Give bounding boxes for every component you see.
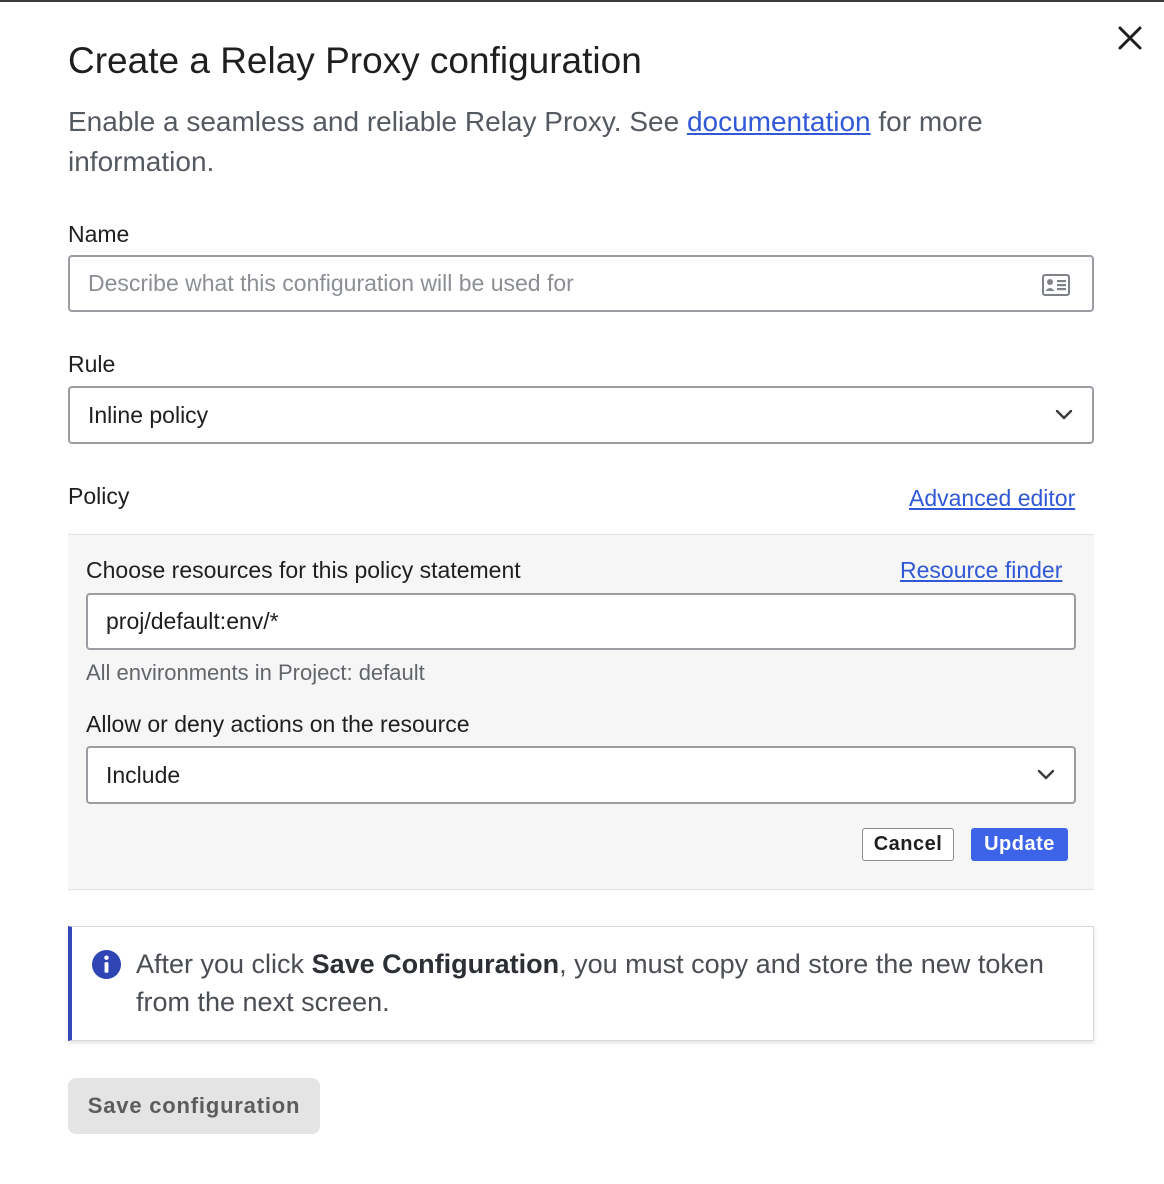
documentation-link[interactable]: documentation (687, 106, 871, 137)
resource-field[interactable] (86, 593, 1076, 650)
top-border (0, 0, 1164, 2)
rule-select[interactable]: Inline policy (68, 386, 1094, 444)
actions-label: Allow or deny actions on the resource (86, 711, 470, 737)
callout-text-emphasis: Save Configuration (311, 949, 560, 979)
actions-selected-value: Include (106, 761, 181, 788)
resource-hint-project: in Project: default (254, 660, 425, 685)
name-field[interactable] (68, 255, 1094, 312)
dialog-title: Create a Relay Proxy configuration (68, 40, 642, 81)
resource-input[interactable] (106, 608, 1074, 635)
subtitle-text: Enable a seamless and reliable Relay Pro… (68, 106, 687, 137)
resource-hint-environments: All environments (86, 660, 249, 685)
chevron-down-icon (1055, 409, 1073, 420)
resource-finder-link[interactable]: Resource finder (900, 557, 1062, 584)
save-configuration-button[interactable]: Save configuration (68, 1078, 320, 1134)
info-icon (91, 949, 122, 980)
dialog-subtitle: Enable a seamless and reliable Relay Pro… (68, 102, 1028, 182)
contact-card-icon (1042, 274, 1070, 296)
resources-label: Choose resources for this policy stateme… (86, 557, 521, 583)
update-button[interactable]: Update (971, 828, 1068, 861)
rule-selected-value: Inline policy (88, 401, 209, 428)
rule-label: Rule (68, 351, 116, 377)
callout-text-start: After you click (136, 949, 312, 979)
callout-text: After you click Save Configuration, you … (136, 945, 1056, 1021)
actions-select[interactable]: Include (86, 746, 1076, 804)
name-label: Name (68, 221, 130, 247)
cancel-button[interactable]: Cancel (862, 828, 954, 861)
policy-label: Policy (68, 483, 130, 509)
close-icon[interactable] (1114, 22, 1146, 54)
resource-hint: All environments in Project: default (86, 660, 425, 686)
chevron-down-icon (1037, 769, 1055, 780)
advanced-editor-link[interactable]: Advanced editor (909, 485, 1075, 512)
info-callout: After you click Save Configuration, you … (68, 926, 1094, 1041)
name-input[interactable] (88, 270, 1092, 297)
